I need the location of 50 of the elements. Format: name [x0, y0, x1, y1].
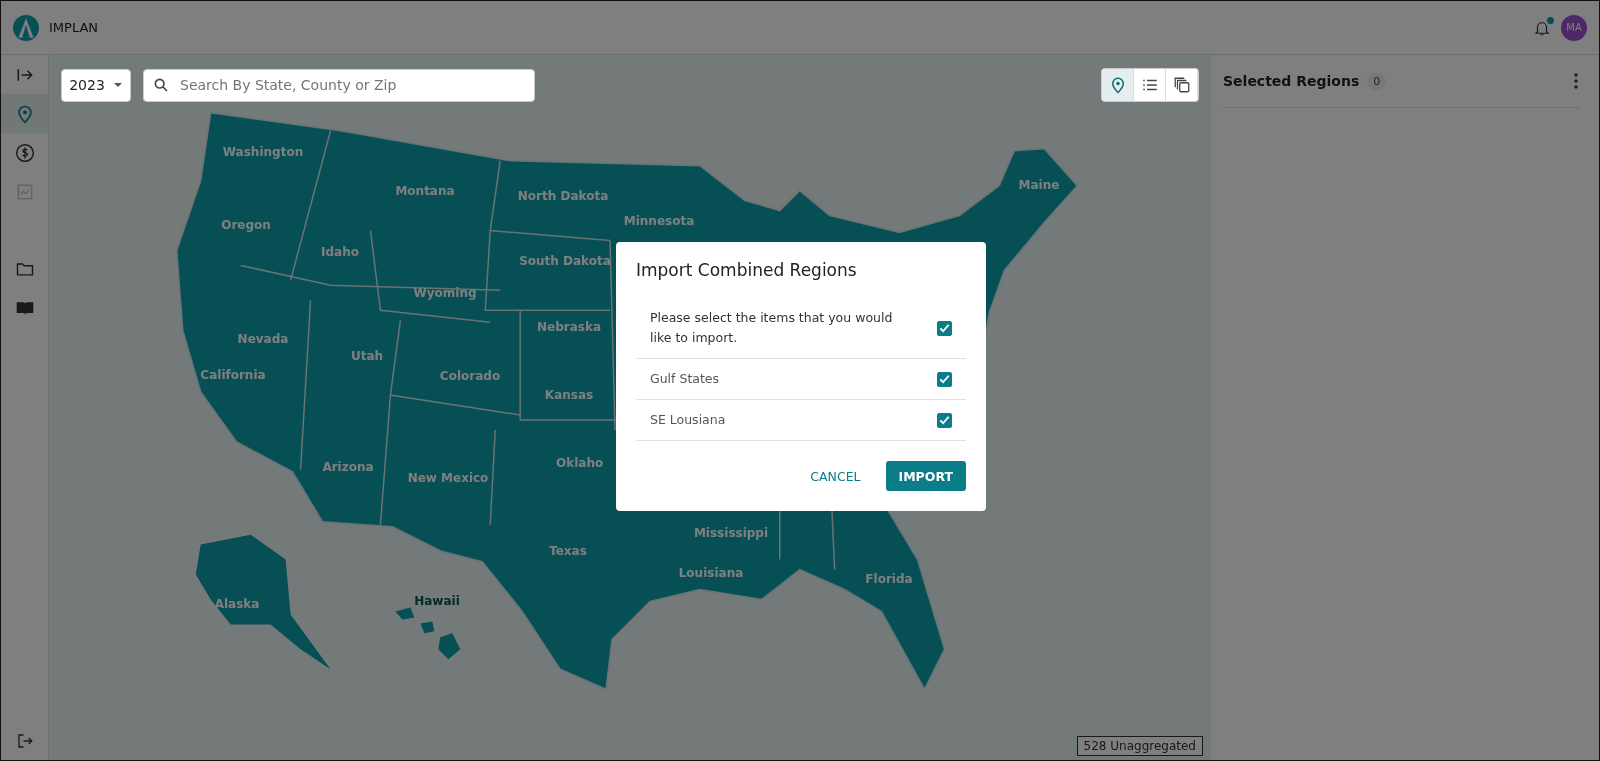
state-label: Montana: [395, 184, 455, 198]
item-label: Please select the items that you would like to import.: [650, 309, 894, 347]
dollar-icon: [14, 142, 35, 163]
state-label: Minnesota: [623, 214, 695, 228]
state-label: Arizona: [322, 460, 374, 474]
search-icon: [153, 76, 169, 93]
logo-icon: [13, 14, 39, 41]
state-label: California: [200, 368, 266, 382]
state-label: Oklaho: [556, 456, 604, 470]
state-label: Wyoming: [413, 286, 477, 300]
more-options-icon[interactable]: [1573, 72, 1579, 90]
state-label: Nevada: [237, 332, 289, 346]
layers-icon: [1172, 76, 1191, 94]
state-label: Hawaii: [414, 594, 460, 608]
state-label: Alaska: [214, 597, 260, 611]
search-field[interactable]: Search By State, County or Zip: [143, 68, 535, 102]
state-label: Mississippi: [693, 526, 769, 540]
state-label: Louisiana: [678, 566, 744, 580]
state-label: Idaho: [321, 245, 359, 259]
panel-title: Selected Regions: [1223, 73, 1360, 89]
state-label: Oregon: [221, 218, 271, 232]
checkbox[interactable]: [937, 412, 952, 428]
state-label: Maine: [1018, 178, 1060, 192]
status-tag: 528 Unaggregated: [1076, 736, 1203, 756]
state-label: North Dakota: [517, 189, 609, 203]
state-label: Kansas: [544, 388, 594, 402]
brand-name: IMPLAN: [49, 20, 99, 35]
state-label: Utah: [350, 349, 384, 363]
state-label: Nebraska: [537, 320, 601, 334]
item-label: SE Lousiana: [650, 411, 726, 429]
user-avatar[interactable]: MA: [1561, 14, 1587, 41]
year-dropdown[interactable]: 2023: [61, 68, 131, 102]
item-label: Gulf States: [650, 370, 720, 388]
state-label: Texas: [549, 544, 587, 558]
count-badge: 0: [1367, 72, 1387, 90]
state-label: South Dakota: [519, 254, 611, 268]
dialog-title: Import Combined Regions: [636, 260, 858, 280]
checkbox[interactable]: [937, 320, 952, 336]
chart-icon: [15, 182, 34, 201]
cancel-button[interactable]: CANCEL: [797, 461, 874, 491]
view-toggle-button[interactable]: [1102, 69, 1134, 101]
logout-icon: [15, 731, 34, 750]
import-button[interactable]: IMPORT: [885, 461, 966, 491]
state-label: Washington: [222, 145, 304, 159]
sidebar-item[interactable]: [1, 94, 48, 133]
state-label: Colorado: [439, 369, 501, 383]
state-label: Florida: [865, 572, 913, 586]
caret-icon: [112, 82, 123, 88]
checkbox[interactable]: [937, 371, 952, 387]
state-label: New Mexico: [407, 471, 489, 485]
